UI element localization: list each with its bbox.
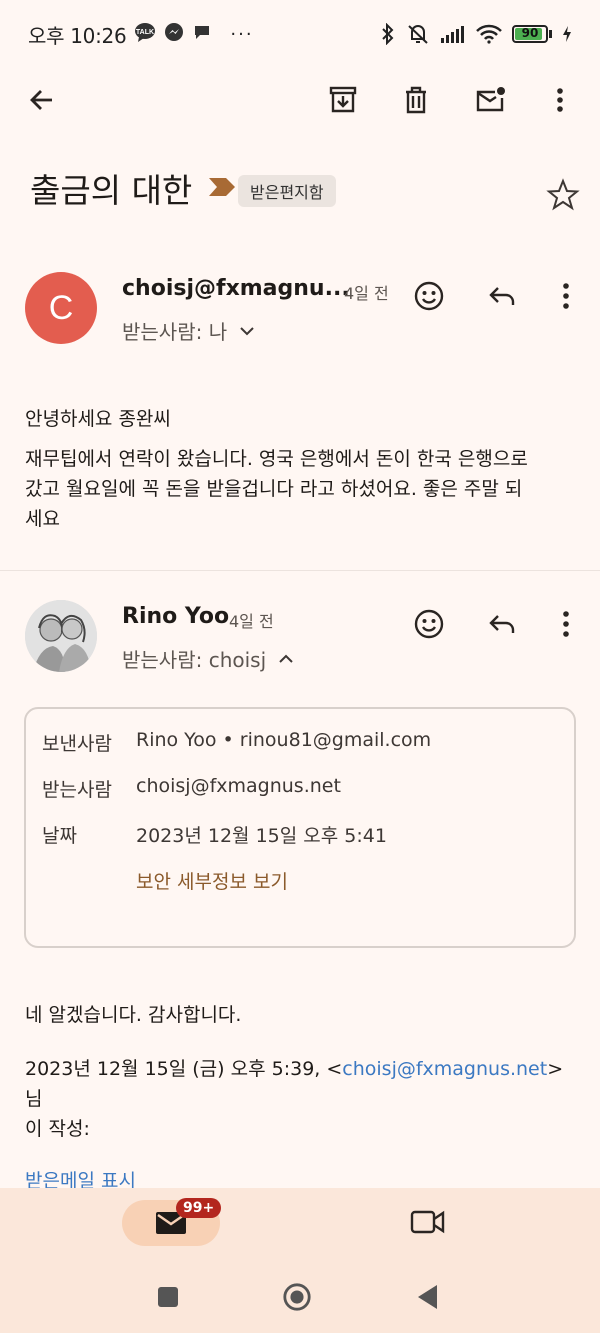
body-line: 안녕하세요 종완씨: [25, 408, 171, 430]
charging-icon: [562, 25, 572, 43]
toolbar: [0, 68, 600, 132]
details-date-value: 2023년 12월 15일 오후 5:41: [136, 825, 387, 847]
recents-button[interactable]: [153, 1282, 183, 1312]
details-date-row: 날짜 2023년 12월 15일 오후 5:41: [42, 821, 387, 848]
details-from-value[interactable]: Rino Yoo • rinou81@gmail.com: [136, 729, 431, 756]
home-button[interactable]: [282, 1282, 312, 1312]
quote-email-link[interactable]: choisj@fxmagnus.net: [342, 1058, 547, 1080]
details-date-label: 날짜: [42, 825, 77, 847]
mute-icon: [406, 23, 430, 45]
message-body: 안녕하세요 종완씨 재무팁에서 연락이 왔습니다. 영국 은행에서 돈이 한국 …: [25, 404, 570, 534]
message-more-button[interactable]: [546, 604, 586, 644]
avatar[interactable]: [25, 600, 97, 672]
messenger-icon: [164, 22, 184, 47]
bluetooth-icon: [380, 23, 396, 45]
more-vert-icon: [557, 88, 563, 112]
back-system-button[interactable]: [413, 1282, 443, 1312]
recipient-toggle[interactable]: 받는사람: 나: [122, 316, 255, 345]
delete-button[interactable]: [394, 78, 438, 122]
wifi-icon: [476, 24, 502, 44]
more-vert-icon: [563, 611, 569, 637]
sender-name: choisj@fxmagnu...: [122, 276, 350, 301]
quote-header: 2023년 12월 15일 (금) 오후 5:39, <choisj@fxmag…: [25, 1054, 570, 1114]
message-header[interactable]: C choisj@fxmagnu... 4일 전 받는사람: 나: [0, 272, 600, 372]
body-line: 재무팁에서 연락이 왔습니다. 영국 은행에서 돈이 한국 은행으로: [25, 448, 528, 470]
details-to-label: 받는사람: [42, 779, 112, 801]
video-camera-icon: [410, 1210, 445, 1234]
label-chip[interactable]: 받은편지함: [238, 175, 336, 207]
reply-button[interactable]: [482, 276, 522, 316]
recipient-label: 받는사람: choisj: [122, 648, 267, 672]
mark-unread-button[interactable]: [468, 78, 512, 122]
bottom-navigation: 99+: [0, 1188, 600, 1260]
details-from-row: 보낸사람 Rino Yoo • rinou81@gmail.com: [42, 729, 431, 756]
message-more-button[interactable]: [546, 276, 586, 316]
quote-header-line2: 이 작성:: [25, 1118, 90, 1140]
emoji-icon: [414, 281, 444, 311]
more-vert-icon: [563, 283, 569, 309]
body-line: 네 알겠습니다. 감사합니다.: [25, 1004, 242, 1026]
trash-icon: [406, 86, 426, 114]
status-time: 오후 10:26: [28, 23, 127, 48]
security-details-link[interactable]: 보안 세부정보 보기: [136, 867, 288, 894]
recipient-toggle[interactable]: 받는사람: choisj: [122, 644, 294, 673]
add-reaction-button[interactable]: [409, 604, 449, 644]
signal-icon: [440, 24, 466, 44]
body-line: 세요: [25, 508, 60, 530]
chat-bubble-icon: [192, 22, 212, 47]
battery-level: 90: [521, 26, 539, 40]
subject-row: 출금의 대한 받은편지함: [30, 160, 580, 216]
back-button[interactable]: [20, 78, 64, 122]
square-icon: [158, 1287, 178, 1307]
archive-icon: [329, 86, 357, 113]
unread-count-badge: 99+: [176, 1198, 222, 1218]
reply-icon: [489, 615, 515, 633]
reply-icon: [489, 287, 515, 305]
security-details-row: 보안 세부정보 보기: [136, 867, 288, 894]
archive-button[interactable]: [321, 78, 365, 122]
email-subject: 출금의 대한: [30, 171, 193, 210]
meet-tab[interactable]: [410, 1208, 446, 1240]
recipient-label: 받는사람: 나: [122, 320, 228, 344]
mail-unread-icon: [476, 87, 505, 112]
message-header[interactable]: Rino Yoo 4일 전 받는사람: choisj: [0, 600, 600, 700]
details-from-label: 보낸사람: [42, 733, 112, 755]
home-circle-icon: [283, 1283, 311, 1311]
kakaotalk-icon: TALK: [134, 21, 156, 48]
avatar[interactable]: C: [25, 272, 97, 344]
profile-photo-icon: [25, 600, 97, 672]
message-details-box: 보낸사람 Rino Yoo • rinou81@gmail.com 받는사람 c…: [24, 707, 576, 948]
sender-name: Rino Yoo: [122, 604, 230, 629]
reply-button[interactable]: [482, 604, 522, 644]
star-button[interactable]: [546, 178, 580, 212]
star-icon: [546, 178, 580, 211]
back-triangle-icon: [418, 1285, 437, 1309]
details-to-value[interactable]: choisj@fxmagnus.net: [136, 775, 341, 802]
add-reaction-button[interactable]: [409, 276, 449, 316]
quote-prefix: 2023년 12월 15일 (금) 오후 5:39, <: [25, 1058, 343, 1080]
message-time: 4일 전: [344, 284, 389, 303]
back-arrow-icon: [30, 90, 52, 110]
emoji-icon: [414, 609, 444, 639]
status-bar: 오후 10:26 TALK ··· 90: [0, 0, 600, 68]
more-notifications-icon: ···: [230, 23, 254, 45]
message-divider: [0, 570, 600, 571]
body-line: 갔고 월요일에 꼭 돈을 받을겁니다 라고 하셨어요. 좋은 주말 되: [25, 478, 523, 500]
message-time: 4일 전: [229, 612, 274, 631]
battery-icon: 90: [512, 25, 552, 43]
more-options-button[interactable]: [538, 78, 582, 122]
message-body: 네 알겠습니다. 감사합니다. 2023년 12월 15일 (금) 오후 5:3…: [25, 1000, 570, 1196]
chevron-up-icon: [279, 654, 293, 663]
svg-text:TALK: TALK: [136, 29, 154, 36]
details-to-row: 받는사람 choisj@fxmagnus.net: [42, 775, 341, 802]
system-navigation-bar: [0, 1260, 600, 1333]
chevron-down-icon: [240, 326, 254, 335]
important-marker-icon[interactable]: [208, 176, 236, 202]
